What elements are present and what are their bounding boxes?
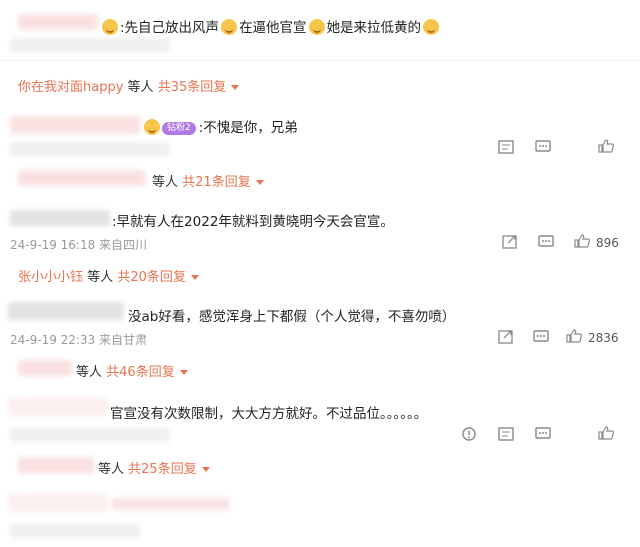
reply-summary-3[interactable]: 张小小小钰 等人 共20条回复 (18, 266, 199, 285)
emoji-icon (423, 19, 440, 35)
blurred-username (10, 116, 140, 134)
reply-summary-5[interactable]: 等人 共25条回复 (98, 458, 210, 477)
blurred-reply-user (18, 170, 146, 186)
blurred-reply-user (18, 360, 72, 376)
reply-user-link[interactable]: 你在我对面happy (18, 80, 123, 95)
blurred-username (8, 302, 124, 320)
chevron-down-icon (231, 85, 240, 90)
comment-icon[interactable] (533, 330, 549, 344)
reply-count-link[interactable]: 共21条回复 (182, 175, 251, 190)
comment-meta: 24-9-19 22:33 来自甘肃 (10, 333, 148, 347)
blurred-comment-text (112, 498, 230, 510)
like-count: 896 (596, 236, 619, 250)
blurred-meta (10, 428, 170, 442)
thumbs-up-icon[interactable] (574, 234, 590, 248)
report-icon[interactable] (461, 427, 477, 441)
emoji-icon (221, 19, 238, 35)
reply-user-link[interactable]: 张小小小钰 (18, 270, 83, 285)
emoji-icon (308, 19, 325, 35)
share-icon[interactable] (498, 140, 514, 154)
comment-4: 没ab好看，感觉浑身上下都假（个人觉得，不喜勿喷） (128, 309, 456, 325)
reply-count-link[interactable]: 共35条回复 (158, 80, 227, 95)
reply-count-link[interactable]: 共46条回复 (106, 365, 175, 380)
comment-icon[interactable] (535, 427, 551, 441)
chevron-down-icon (255, 180, 264, 185)
comment-3: :早就有人在2022年就料到黄晓明今天会官宣。 (112, 214, 394, 230)
blurred-reply-user (18, 457, 94, 473)
blurred-username (8, 494, 108, 512)
emoji-icon (102, 19, 118, 35)
fan-badge: 钻粉2 (162, 122, 196, 135)
thumbs-up-icon[interactable] (598, 426, 614, 440)
comment-meta: 24-9-19 16:18 来自四川 (10, 238, 148, 252)
thumbs-up-icon[interactable] (566, 329, 582, 343)
share-icon[interactable] (498, 330, 514, 344)
reply-summary-4[interactable]: 等人 共46条回复 (76, 361, 188, 380)
blurred-meta (10, 524, 140, 538)
thumbs-up-icon[interactable] (598, 139, 614, 153)
reply-summary-2[interactable]: 等人 共21条回复 (152, 171, 264, 190)
like-count: 2836 (588, 331, 619, 345)
blurred-meta (10, 38, 170, 52)
reply-count-link[interactable]: 共20条回复 (117, 270, 186, 285)
blurred-username (18, 14, 98, 30)
divider (0, 60, 640, 61)
chevron-down-icon (190, 275, 199, 280)
blurred-username (8, 398, 108, 416)
blurred-username (10, 210, 110, 226)
fan-badge-icon (144, 119, 160, 135)
share-icon[interactable] (502, 235, 518, 249)
reply-summary-1[interactable]: 你在我对面happy 等人 共35条回复 (18, 76, 240, 95)
share-icon[interactable] (498, 427, 514, 441)
chevron-down-icon (179, 370, 188, 375)
chevron-down-icon (201, 467, 210, 472)
comment-icon[interactable] (535, 140, 551, 154)
comment-icon[interactable] (538, 235, 554, 249)
comment-1: :先自己放出风声 在逼他官宣 她是来拉低黄的 (100, 16, 441, 36)
comment-2: 钻粉2:不愧是你，兄弟 (142, 116, 298, 136)
comment-5: 官宣没有次数限制，大大方方就好。不过品位。。。。。。 (110, 406, 428, 422)
reply-count-link[interactable]: 共25条回复 (128, 462, 197, 477)
blurred-meta (10, 142, 170, 156)
